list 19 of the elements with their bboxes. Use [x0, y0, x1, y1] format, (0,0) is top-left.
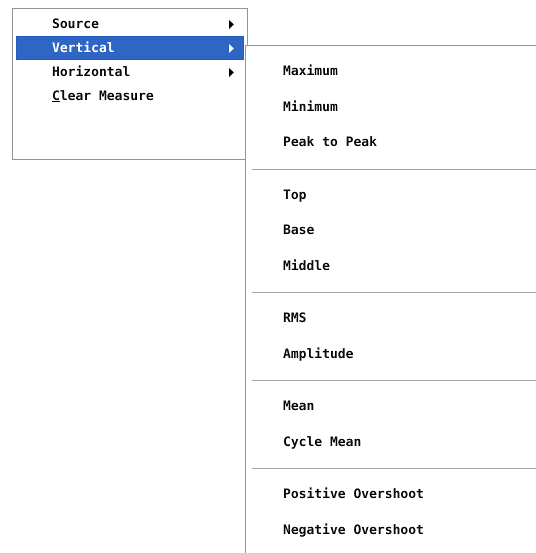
submenu-item[interactable]: Negative Overshoot: [246, 512, 536, 548]
submenu-item[interactable]: Peak to Peak: [246, 125, 536, 160]
menu-item[interactable]: Clear Measure: [16, 84, 244, 108]
menu-item[interactable]: Source: [16, 12, 244, 36]
submenu-item[interactable]: Middle: [246, 248, 536, 284]
submenu-item[interactable]: Maximum: [246, 54, 536, 90]
submenu-item[interactable]: Minimum: [246, 90, 536, 125]
submenu-item[interactable]: Amplitude: [246, 336, 536, 372]
submenu-arrow-icon: [229, 44, 234, 52]
menu-item[interactable]: Vertical: [16, 36, 244, 60]
submenu-item[interactable]: Top: [246, 178, 536, 213]
submenu-arrow-icon: [229, 20, 234, 28]
submenu-item[interactable]: RMS: [246, 301, 536, 336]
submenu-arrow-icon: [229, 68, 234, 76]
submenu-item[interactable]: Positive Overshoot: [246, 477, 536, 512]
submenu-item[interactable]: Mean: [246, 389, 536, 424]
submenu-item[interactable]: Base: [246, 213, 536, 248]
menu-item[interactable]: Horizontal: [16, 60, 244, 84]
submenu-item[interactable]: Cycle Mean: [246, 424, 536, 460]
